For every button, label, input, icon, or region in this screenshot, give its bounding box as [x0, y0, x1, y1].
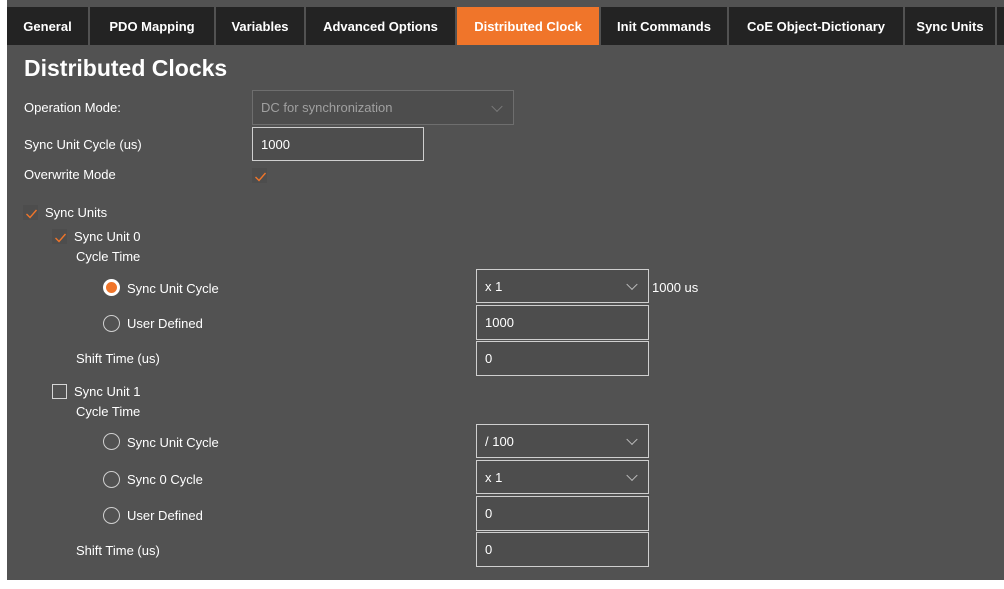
sync-unit-1-sync0-cycle-radio[interactable]	[103, 471, 120, 488]
sync-unit-0-user-defined-value: 1000	[485, 315, 514, 330]
sync-unit-0-sync-unit-cycle-radio[interactable]	[103, 279, 120, 296]
sync-unit-1-user-defined-value: 0	[485, 506, 493, 521]
chevron-down-icon	[626, 469, 638, 482]
sync-unit-1-user-defined-radio[interactable]	[103, 507, 120, 524]
sync-unit-0-user-defined-radio[interactable]	[103, 315, 120, 332]
sync-unit-0-sync-unit-cycle-label: Sync Unit Cycle	[127, 281, 219, 296]
tab-label: Advanced Options	[323, 18, 438, 34]
sync-unit-0-shift-time-input[interactable]: 0	[476, 341, 649, 376]
tab-label: Variables	[231, 18, 289, 34]
sync-unit-0-shift-time-value: 0	[485, 351, 493, 366]
tab-label: Init Commands	[617, 18, 711, 34]
chevron-down-icon	[626, 433, 638, 446]
sync-unit-0-cycle-time-label: Cycle Time	[76, 249, 141, 264]
sync-unit-1-sync-unit-cycle-label: Sync Unit Cycle	[127, 435, 219, 450]
sync-unit-1-sync-unit-cycle-value: / 100	[485, 433, 514, 449]
sync-unit-0-shift-time-label: Shift Time (us)	[76, 351, 160, 366]
sync-unit-1-sync-unit-cycle-select[interactable]: / 100	[476, 424, 649, 458]
sync-unit-0-user-defined-input[interactable]: 1000	[476, 305, 649, 340]
tab-label: CoE Object-Dictionary	[747, 18, 885, 34]
sync-unit-cycle-value: 1000	[261, 136, 290, 152]
checkmark-icon	[255, 172, 267, 182]
tab-label: PDO Mapping	[109, 18, 195, 34]
overwrite-mode-checkbox[interactable]	[252, 168, 267, 183]
sync-unit-1-checkbox[interactable]	[52, 384, 67, 399]
tab-coe-object-dictionary[interactable]: CoE Object-Dictionary	[729, 7, 903, 45]
chevron-down-icon	[626, 278, 638, 291]
sync-unit-1-sync-unit-cycle-radio[interactable]	[103, 433, 120, 450]
operation-mode-label: Operation Mode:	[24, 100, 121, 115]
sync-unit-cycle-input[interactable]: 1000	[252, 127, 424, 161]
sync-unit-1-sync0-cycle-value: x 1	[485, 469, 503, 485]
checkmark-icon	[26, 209, 38, 219]
page-title: Distributed Clocks	[24, 55, 228, 81]
tab-label: Sync Units	[916, 18, 984, 34]
sync-unit-0-multiplier-select[interactable]: x 1	[476, 269, 649, 303]
sync-unit-1-shift-time-value: 0	[485, 542, 493, 557]
sync-unit-0-user-defined-label: User Defined	[127, 316, 203, 331]
tab-variables[interactable]: Variables	[216, 7, 304, 45]
sync-units-checkbox[interactable]	[23, 205, 38, 220]
tab-label: Distributed Clock	[474, 18, 582, 34]
checkmark-icon	[55, 233, 67, 243]
sync-unit-1-label: Sync Unit 1	[74, 384, 141, 399]
overwrite-mode-label: Overwrite Mode	[24, 167, 116, 182]
sync-unit-1-sync0-cycle-select[interactable]: x 1	[476, 460, 649, 494]
sync-unit-1-cycle-time-label: Cycle Time	[76, 404, 141, 419]
tab-bar: General PDO Mapping Variables Advanced O…	[7, 7, 1004, 45]
tab-label: General	[23, 18, 72, 34]
sync-unit-0-label: Sync Unit 0	[74, 229, 141, 244]
sync-unit-1-user-defined-label: User Defined	[127, 508, 203, 523]
sync-unit-1-shift-time-label: Shift Time (us)	[76, 543, 160, 558]
chevron-down-icon	[491, 100, 503, 112]
sync-units-label: Sync Units	[45, 205, 108, 220]
tab-pdo-mapping[interactable]: PDO Mapping	[90, 7, 214, 45]
tab-advanced-options[interactable]: Advanced Options	[306, 7, 455, 45]
operation-mode-value: DC for synchronization	[261, 100, 393, 115]
sync-unit-1-user-defined-input[interactable]: 0	[476, 496, 649, 531]
sync-unit-0-cycle-result: 1000 us	[652, 280, 699, 295]
sync-unit-1-sync0-cycle-label: Sync 0 Cycle	[127, 472, 203, 487]
tab-sync-units[interactable]: Sync Units	[905, 7, 995, 45]
sync-unit-cycle-label: Sync Unit Cycle (us)	[24, 137, 142, 152]
tab-distributed-clock[interactable]: Distributed Clock	[457, 7, 599, 45]
tab-init-commands[interactable]: Init Commands	[601, 7, 727, 45]
sync-unit-0-multiplier-value: x 1	[485, 278, 503, 294]
sync-unit-0-checkbox[interactable]	[52, 229, 67, 244]
operation-mode-select[interactable]: DC for synchronization	[252, 90, 514, 125]
distributed-clock-panel: General PDO Mapping Variables Advanced O…	[7, 0, 1004, 580]
sync-unit-1-shift-time-input[interactable]: 0	[476, 532, 649, 567]
tab-bar-filler	[997, 7, 1004, 45]
tab-general[interactable]: General	[7, 7, 88, 45]
